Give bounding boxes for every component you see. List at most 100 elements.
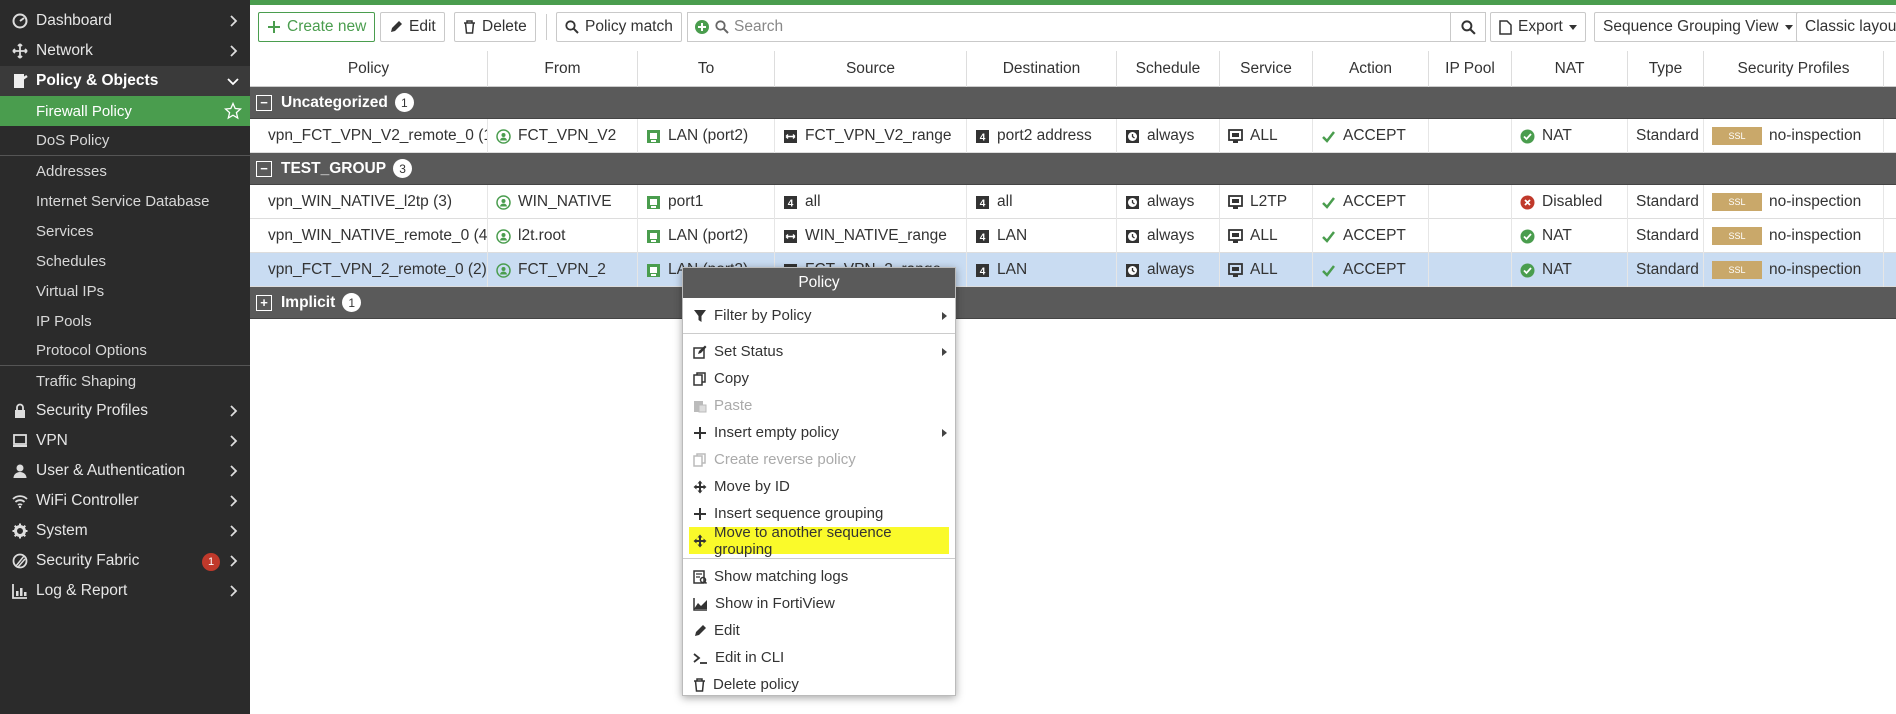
col-destination[interactable]: Destination (967, 51, 1117, 87)
menu-show-in-fortiview[interactable]: Show in FortiView (683, 590, 955, 617)
plus-icon (694, 426, 706, 439)
col-ip-pool[interactable]: IP Pool (1429, 51, 1512, 87)
cell-source: FCT_VPN_V2_range (775, 119, 967, 153)
menu-filter-by-policy[interactable]: Filter by Policy (683, 302, 955, 329)
sidebar-item-protocol-options[interactable]: Protocol Options (0, 336, 250, 365)
table-row[interactable]: vpn_WIN_NATIVE_remote_0 (4) l2t.root LAN… (250, 219, 1896, 253)
search-button[interactable] (1450, 12, 1486, 42)
group-name: Implicit (281, 293, 336, 311)
chevron-right-icon (230, 495, 238, 507)
lock-icon (11, 402, 29, 420)
col-service[interactable]: Service (1220, 51, 1313, 87)
chevron-right-icon (230, 45, 238, 57)
group-row[interactable]: + Implicit 1 (250, 287, 1896, 319)
table-row[interactable]: vpn_FCT_VPN_V2_remote_0 (1) FCT_VPN_V2 L… (250, 119, 1896, 153)
policy-match-label: Policy match (585, 18, 673, 35)
delete-button[interactable]: Delete (454, 12, 536, 42)
sub-label: Protocol Options (36, 342, 147, 359)
col-from[interactable]: From (488, 51, 638, 87)
address-range-icon (784, 229, 797, 243)
nav-user-authentication[interactable]: User & Authentication (0, 456, 250, 486)
export-button[interactable]: Export (1490, 12, 1586, 42)
collapse-icon[interactable]: − (256, 94, 272, 111)
menu-delete-policy[interactable]: Delete policy (683, 671, 955, 698)
nav-security-profiles[interactable]: Security Profiles (0, 396, 250, 426)
col-security-profiles[interactable]: Security Profiles (1704, 51, 1884, 87)
nav-vpn[interactable]: VPN (0, 426, 250, 456)
svg-text:4: 4 (788, 198, 794, 209)
menu-label: Delete policy (713, 676, 799, 693)
sidebar-item-dos-policy[interactable]: DoS Policy (0, 126, 250, 155)
col-policy[interactable]: Policy (250, 51, 488, 87)
col-action[interactable]: Action (1313, 51, 1429, 87)
nav-log-report[interactable]: Log & Report (0, 576, 250, 606)
col-nat[interactable]: NAT (1512, 51, 1628, 87)
sidebar-item-addresses[interactable]: Addresses (0, 156, 250, 186)
ssl-badge-icon: SSL (1712, 261, 1762, 279)
sidebar-item-firewall-policy[interactable]: Firewall Policy (0, 96, 250, 126)
cell-action: ACCEPT (1313, 253, 1429, 287)
search-icon (565, 20, 579, 34)
cell-from: WIN_NATIVE (488, 185, 638, 219)
sidebar-item-schedules[interactable]: Schedules (0, 246, 250, 276)
submenu-arrow-icon (942, 312, 947, 320)
menu-set-status[interactable]: Set Status (683, 338, 955, 365)
cell-text: always (1147, 127, 1195, 144)
menu-move-by-id[interactable]: Move by ID (683, 473, 955, 500)
cell-policy: vpn_WIN_NATIVE_remote_0 (4) (250, 219, 488, 253)
service-icon (1228, 128, 1243, 143)
col-type[interactable]: Type (1628, 51, 1704, 87)
cell-text: ALL (1250, 261, 1278, 278)
policy-match-button[interactable]: Policy match (556, 12, 682, 42)
wifi-icon (11, 492, 29, 510)
table-row-selected[interactable]: vpn_FCT_VPN_2_remote_0 (2) FCT_VPN_2 LAN… (250, 253, 1896, 287)
nav-policy-objects[interactable]: Policy & Objects (0, 66, 250, 96)
menu-copy[interactable]: Copy (683, 365, 955, 392)
sidebar-item-services[interactable]: Services (0, 216, 250, 246)
add-filter-icon[interactable] (694, 19, 710, 35)
menu-insert-empty-policy[interactable]: Insert empty policy (683, 419, 955, 446)
cell-text: all (997, 193, 1013, 210)
menu-show-matching-logs[interactable]: Show matching logs (683, 563, 955, 590)
chevron-right-icon (230, 555, 238, 567)
cell-type: Standard (1628, 185, 1704, 219)
col-extra (1884, 51, 1896, 87)
expand-icon[interactable]: + (256, 294, 272, 311)
x-circle-icon (1520, 195, 1535, 209)
collapse-icon[interactable]: − (256, 160, 272, 177)
view-select[interactable]: Sequence Grouping View (1594, 12, 1802, 42)
group-row[interactable]: − TEST_GROUP 3 (250, 153, 1896, 185)
nav-wifi-controller[interactable]: WiFi Controller (0, 486, 250, 516)
nav-label: Log & Report (36, 582, 128, 599)
menu-edit[interactable]: Edit (683, 617, 955, 644)
cell-service: ALL (1220, 253, 1313, 287)
sidebar-item-traffic-shaping[interactable]: Traffic Shaping (0, 366, 250, 396)
user-group-icon (496, 228, 511, 244)
col-schedule[interactable]: Schedule (1117, 51, 1220, 87)
create-new-button[interactable]: Create new (258, 12, 376, 42)
cell-text: ACCEPT (1343, 261, 1406, 278)
nav-network[interactable]: Network (0, 36, 250, 66)
search-input[interactable]: Search (687, 12, 1465, 42)
sidebar-item-virtual-ips[interactable]: Virtual IPs (0, 276, 250, 306)
sidebar-item-ip-pools[interactable]: IP Pools (0, 306, 250, 336)
menu-edit-in-cli[interactable]: Edit in CLI (683, 644, 955, 671)
address-icon: 4 (784, 195, 797, 209)
menu-move-to-another-sequence-grouping[interactable]: Move to another sequence grouping (689, 524, 949, 558)
edit-button[interactable]: Edit (380, 12, 445, 42)
group-row[interactable]: − Uncategorized 1 (250, 87, 1896, 119)
sub-label: IP Pools (36, 312, 92, 330)
col-to[interactable]: To (638, 51, 775, 87)
menu-label: Set Status (714, 343, 784, 360)
nav-security-fabric[interactable]: Security Fabric 1 (0, 546, 250, 576)
layout-button[interactable]: Classic layout (1796, 12, 1896, 42)
nav-system[interactable]: System (0, 516, 250, 546)
star-icon[interactable] (224, 102, 242, 120)
table-row[interactable]: vpn_WIN_NATIVE_l2tp (3) WIN_NATIVE port1… (250, 185, 1896, 219)
cell-text: NAT (1542, 227, 1572, 244)
clock-icon (1126, 129, 1139, 143)
col-source[interactable]: Source (775, 51, 967, 87)
sidebar-item-internet-service-database[interactable]: Internet Service Database (0, 186, 250, 216)
cell-destination: 4 LAN (967, 219, 1117, 253)
nav-dashboard[interactable]: Dashboard (0, 6, 250, 36)
